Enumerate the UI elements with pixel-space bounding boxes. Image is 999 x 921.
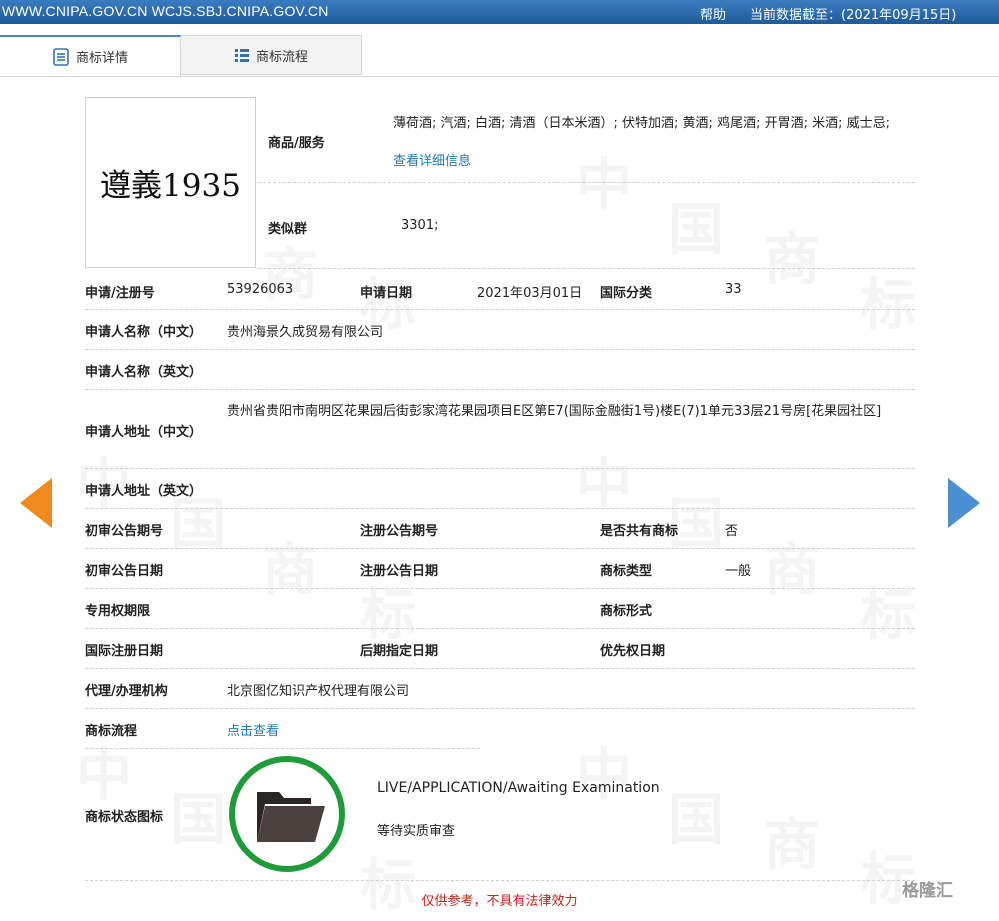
reg-no-value: 53926063 bbox=[227, 282, 294, 297]
divider bbox=[85, 508, 915, 509]
watermark: 商 bbox=[764, 800, 820, 881]
folder-icon bbox=[257, 792, 325, 842]
agent-value: 北京图亿知识产权代理有限公司 bbox=[227, 684, 410, 699]
prelim-pub-no-label: 初审公告期号 bbox=[85, 524, 164, 539]
address-en-label: 申请人地址（英文） bbox=[85, 484, 203, 499]
tab-label: 商标详情 bbox=[75, 51, 128, 66]
address-cn-label: 申请人地址（中文） bbox=[85, 425, 203, 440]
document-icon bbox=[53, 47, 69, 66]
goods-detail-link[interactable]: 查看详细信息 bbox=[393, 150, 471, 169]
data-date: 当前数据截至：(2021年09月15日) bbox=[750, 8, 957, 23]
type-value: 一般 bbox=[725, 564, 752, 579]
address-cn-value: 贵州省贵阳市南明区花果园后街彭家湾花果园项目E区第E7(国际金融街1号)楼E(7… bbox=[227, 404, 882, 419]
tab-bar: 商标详情 商标流程 bbox=[0, 35, 999, 77]
form-label: 商标形式 bbox=[600, 604, 653, 619]
app-date-value: 2021年03月01日 bbox=[477, 286, 583, 301]
divider bbox=[85, 468, 915, 469]
watermark: 标 bbox=[360, 570, 416, 651]
agent-label: 代理/办理机构 bbox=[85, 684, 168, 699]
disclaimer-note: 仅供参考，不具有法律效力 bbox=[421, 894, 578, 909]
flow-label: 商标流程 bbox=[85, 724, 138, 739]
applicant-en-label: 申请人名称（英文） bbox=[85, 365, 203, 380]
divider bbox=[85, 349, 915, 350]
reg-pub-date-label: 注册公告日期 bbox=[360, 564, 439, 579]
watermark: 国 bbox=[668, 775, 724, 856]
intl-class-label: 国际分类 bbox=[600, 286, 653, 301]
divider bbox=[85, 748, 480, 749]
goods-label: 商品/服务 bbox=[268, 136, 325, 151]
divider bbox=[85, 389, 915, 390]
divider bbox=[85, 309, 915, 310]
reg-no-label: 申请/注册号 bbox=[85, 286, 155, 301]
divider bbox=[85, 668, 915, 669]
tab-trademark-flow[interactable]: 商标流程 bbox=[181, 35, 362, 75]
site-url: WWW.CNIPA.GOV.CN WCJS.SBJ.CNIPA.GOV.CN bbox=[2, 3, 329, 19]
tab-trademark-detail[interactable]: 商标详情 bbox=[0, 35, 181, 76]
similar-group-label: 类似群 bbox=[268, 222, 308, 237]
trademark-image: 遵義1935 bbox=[85, 97, 256, 268]
tab-label: 商标流程 bbox=[255, 49, 308, 65]
divider bbox=[85, 548, 915, 549]
watermark: 中 bbox=[76, 730, 132, 811]
watermark: 中 bbox=[576, 730, 632, 811]
list-icon bbox=[234, 49, 249, 62]
watermark: 标 bbox=[860, 570, 916, 651]
priority-date-label: 优先权日期 bbox=[600, 644, 666, 659]
app-date-label: 申请日期 bbox=[360, 286, 413, 301]
site-logo: 格隆汇 bbox=[902, 881, 953, 901]
divider bbox=[85, 628, 915, 629]
shared-value: 否 bbox=[725, 524, 739, 539]
later-date-label: 后期指定日期 bbox=[360, 644, 439, 659]
watermark: 标 bbox=[860, 260, 916, 341]
flow-link[interactable]: 点击查看 bbox=[227, 720, 279, 739]
status-cn: 等待实质审查 bbox=[377, 824, 456, 839]
prev-arrow-icon[interactable] bbox=[20, 478, 52, 528]
status-icon bbox=[229, 756, 345, 872]
watermark: 商 bbox=[764, 525, 820, 606]
divider bbox=[85, 880, 915, 881]
reg-pub-no-label: 注册公告期号 bbox=[360, 524, 439, 539]
top-bar: WWW.CNIPA.GOV.CN WCJS.SBJ.CNIPA.GOV.CN 帮… bbox=[0, 0, 999, 24]
watermark: 国 bbox=[170, 775, 226, 856]
watermark: 中 bbox=[576, 140, 632, 221]
shared-label: 是否共有商标 bbox=[600, 524, 679, 539]
next-arrow-icon[interactable] bbox=[948, 478, 980, 528]
watermark: 商 bbox=[262, 525, 318, 606]
divider bbox=[85, 708, 915, 709]
divider bbox=[85, 588, 915, 589]
status-en: LIVE/APPLICATION/Awaiting Examination bbox=[377, 780, 660, 796]
divider bbox=[258, 182, 915, 183]
watermark: 商 bbox=[262, 230, 318, 311]
exclusive-period-label: 专用权期限 bbox=[85, 604, 151, 619]
goods-value: 薄荷酒; 汽酒; 白酒; 清酒（日本米酒）; 伏特加酒; 黄酒; 鸡尾酒; 开胃… bbox=[393, 116, 890, 131]
type-label: 商标类型 bbox=[600, 564, 653, 579]
applicant-cn-label: 申请人名称（中文） bbox=[85, 325, 203, 340]
similar-group-value: 3301; bbox=[401, 218, 439, 233]
watermark: 国 bbox=[668, 185, 724, 266]
prelim-pub-date-label: 初审公告日期 bbox=[85, 564, 164, 579]
applicant-cn-value: 贵州海景久成贸易有限公司 bbox=[227, 325, 384, 340]
divider bbox=[258, 268, 915, 269]
intl-reg-date-label: 国际注册日期 bbox=[85, 644, 164, 659]
status-label: 商标状态图标 bbox=[85, 810, 164, 825]
intl-class-value: 33 bbox=[725, 282, 742, 297]
watermark: 商 bbox=[764, 215, 820, 296]
help-link[interactable]: 帮助 bbox=[700, 4, 726, 23]
